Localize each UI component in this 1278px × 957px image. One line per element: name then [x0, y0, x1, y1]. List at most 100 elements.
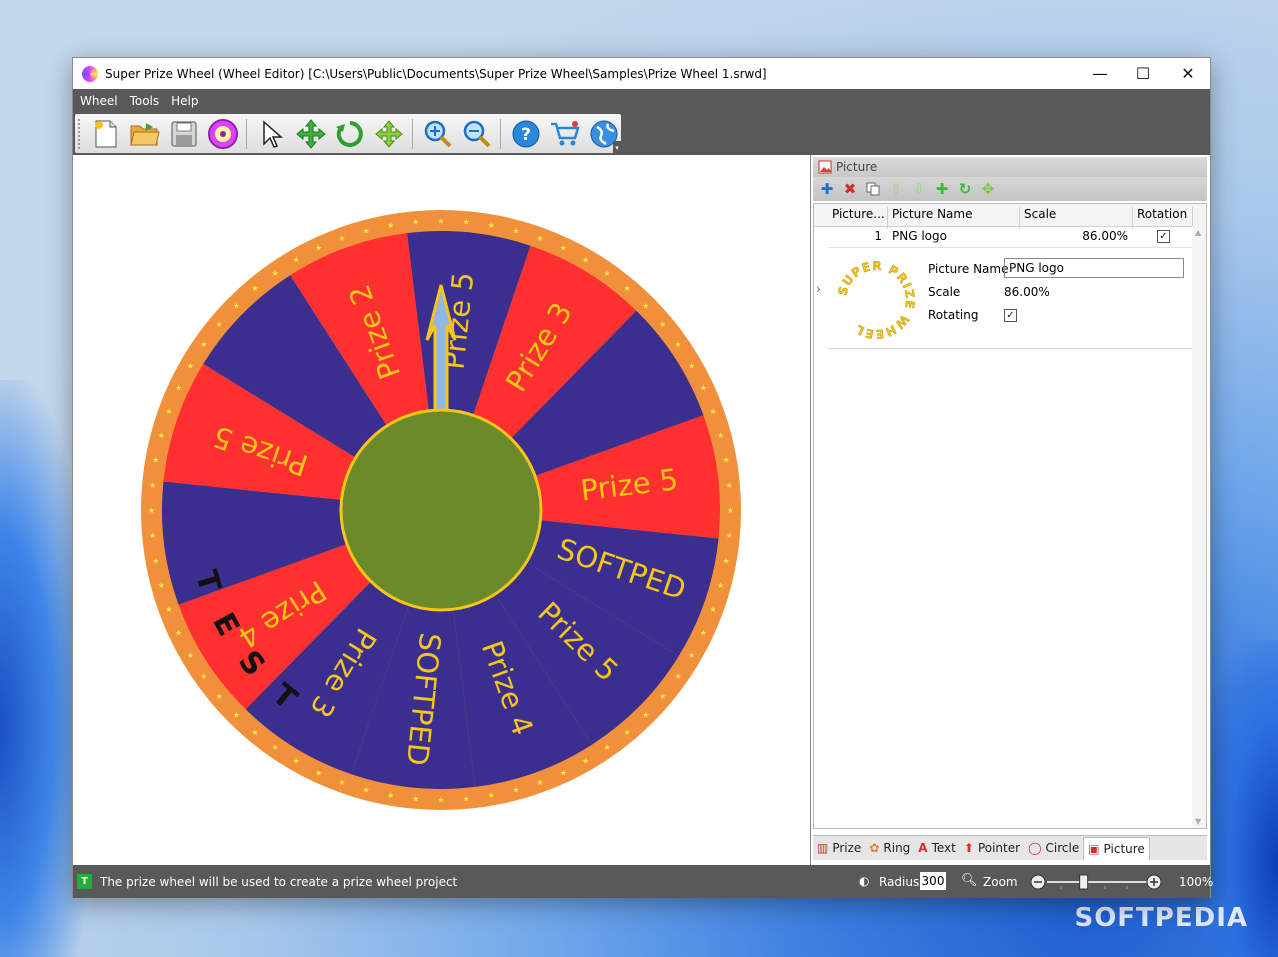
picture-icon	[818, 160, 832, 174]
rotate-icon[interactable]	[333, 117, 367, 151]
new-icon[interactable]	[89, 117, 123, 151]
rotating-checkbox[interactable]: ✓	[1004, 309, 1017, 322]
cart-icon[interactable]	[548, 117, 582, 151]
ring-star: ★	[271, 269, 278, 278]
column-header-scale[interactable]: Scale	[1024, 207, 1056, 221]
ring-star: ★	[216, 692, 223, 701]
row-rotation-checkbox[interactable]: ✓	[1157, 230, 1170, 243]
ring-star: ★	[233, 711, 240, 720]
tab-text[interactable]: A Text	[914, 837, 960, 859]
tab-picture[interactable]: ▣ Picture	[1083, 836, 1150, 860]
toolbar-separator	[500, 118, 501, 149]
zoom-out-icon[interactable]	[460, 117, 494, 151]
open-icon[interactable]	[128, 117, 162, 151]
ring-star: ★	[717, 431, 724, 440]
radius-label: Radius	[879, 875, 920, 889]
ring-star: ★	[148, 506, 155, 515]
tab-prize[interactable]: ▥ Prize	[813, 837, 865, 859]
delete-icon[interactable]: ✖	[841, 180, 859, 198]
resize-icon[interactable]	[372, 117, 406, 151]
zoom-slider[interactable]	[1031, 873, 1161, 891]
row-picture-name: PNG logo	[892, 229, 947, 243]
close-button[interactable]: ✕	[1165, 58, 1211, 89]
table-row[interactable]: 1 PNG logo 86.00% ✓	[828, 226, 1192, 248]
ring-star: ★	[315, 768, 322, 777]
menu-tools[interactable]: Tools	[130, 94, 160, 108]
softpedia-watermark: SOFTPEDIA	[1074, 903, 1248, 933]
ring-star: ★	[271, 743, 278, 752]
scroll-down-icon[interactable]: ▼	[1195, 817, 1201, 826]
maximize-button[interactable]: ☐	[1120, 58, 1166, 89]
zoom-label: Zoom	[983, 875, 1018, 889]
ring-star: ★	[463, 794, 470, 803]
wheel-canvas[interactable]: ★ ★ ★ ★ ★ ★ ★ ★ ★ ★ ★ ★ ★ ★ ★ ★ ★ ★ ★ ★ ★ ★ ★ ★ ★ ★ ★ ★ ★ ★ ★ ★ ★ ★ ★ ★ ★ ★ ★ ★…	[73, 155, 810, 865]
copy-icon[interactable]	[864, 180, 882, 198]
column-header-rotation[interactable]: Rotation	[1137, 207, 1187, 221]
add-icon[interactable]: ✚	[818, 180, 836, 198]
tab-circle[interactable]: ◯ Circle	[1024, 837, 1083, 859]
prize-icon: ▥	[817, 841, 829, 855]
ring-star: ★	[338, 234, 345, 243]
grid-header: Picture... Picture Name Scale Rotation	[814, 204, 1206, 229]
radius-field[interactable]: 300	[920, 872, 946, 890]
help-icon[interactable]: ?	[509, 117, 543, 151]
ring-star: ★	[512, 786, 519, 795]
ring-star: ★	[293, 255, 300, 264]
ring-star: ★	[437, 796, 444, 805]
rotate-icon[interactable]: ↻	[956, 180, 974, 198]
tab-pointer[interactable]: ⬆ Pointer	[960, 837, 1024, 859]
ring-star: ★	[152, 456, 159, 465]
resize-icon[interactable]: ✥	[979, 180, 997, 198]
zoom-slider-thumb[interactable]	[1079, 874, 1089, 890]
minimize-button[interactable]: —	[1077, 58, 1123, 89]
text-icon: A	[918, 841, 928, 855]
menu-wheel[interactable]: Wheel	[80, 94, 118, 108]
select-icon[interactable]	[255, 117, 289, 151]
ring-star: ★	[387, 791, 394, 800]
scroll-up-icon[interactable]: ▲	[1195, 228, 1201, 237]
ring-star: ★	[642, 711, 649, 720]
prize-wheel[interactable]: ★ ★ ★ ★ ★ ★ ★ ★ ★ ★ ★ ★ ★ ★ ★ ★ ★ ★ ★ ★ ★ ★ ★ ★ ★ ★ ★ ★ ★ ★ ★ ★ ★ ★ ★ ★ ★ ★ ★ ★…	[73, 155, 810, 865]
picture-grid: Picture... Picture Name Scale Rotation 1…	[813, 203, 1207, 829]
ring-star: ★	[582, 757, 589, 766]
toolbar-separator	[246, 118, 247, 149]
row-scale: 86.00%	[1082, 229, 1128, 243]
ring-star: ★	[659, 692, 666, 701]
move-up-icon[interactable]: ⇧	[887, 180, 905, 198]
picture-name-field[interactable]: PNG logo	[1004, 258, 1184, 278]
vertical-scrollbar[interactable]: ▲ ▼	[1192, 226, 1206, 828]
panel-toolbar: ✚ ✖ ⇧ ⇩ ✚ ↻ ✥	[813, 177, 1207, 201]
column-header-name[interactable]: Picture Name	[892, 207, 972, 221]
ring-star: ★	[216, 320, 223, 329]
ring-star: ★	[165, 407, 172, 416]
zoom-in-icon[interactable]	[421, 117, 455, 151]
ring-star: ★	[642, 301, 649, 310]
circle-icon: ◯	[1028, 841, 1042, 855]
ring-star: ★	[187, 361, 194, 370]
picture-name-label: Picture Name	[928, 262, 1009, 276]
svg-text:SUPER PRIZE WHEEL: SUPER PRIZE WHEEL	[836, 260, 916, 340]
move-icon[interactable]: ✚	[933, 180, 951, 198]
rotating-label: Rotating	[928, 308, 979, 322]
ring-star: ★	[624, 284, 631, 293]
ring-star: ★	[700, 628, 707, 637]
save-icon[interactable]	[167, 117, 201, 151]
scale-value[interactable]: 86.00%	[1004, 285, 1050, 299]
ring-star: ★	[200, 672, 207, 681]
toolbar-overflow-icon[interactable]: ▾	[613, 141, 621, 153]
row-expander[interactable]: ›	[816, 282, 821, 296]
ring-star: ★	[412, 794, 419, 803]
move-down-icon[interactable]: ⇩	[910, 180, 928, 198]
ring-star: ★	[624, 728, 631, 737]
tab-ring[interactable]: ✿ Ring	[865, 837, 914, 859]
ring-star: ★	[165, 605, 172, 614]
ring-star: ★	[362, 786, 369, 795]
menu-help[interactable]: Help	[171, 94, 198, 108]
ring-star: ★	[675, 340, 682, 349]
move-icon[interactable]	[294, 117, 328, 151]
ring-star: ★	[700, 384, 707, 393]
column-header-index[interactable]: Picture...	[832, 207, 885, 221]
wheel-icon[interactable]	[206, 117, 240, 151]
toolbar-grip[interactable]	[78, 118, 84, 149]
ring-star: ★	[175, 628, 182, 637]
